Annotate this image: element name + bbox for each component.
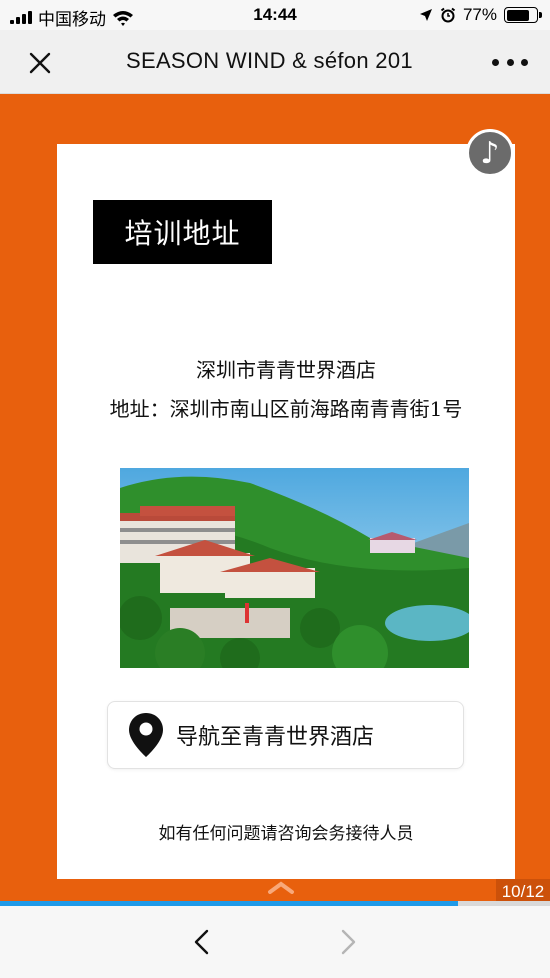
contact-note: 如有任何问题请咨询会务接待人员	[158, 824, 414, 844]
swipe-up-icon	[268, 881, 294, 894]
page-title: SEASON WIND & séfon 201	[126, 48, 413, 73]
close-icon[interactable]	[24, 47, 56, 79]
hotel-photo-image	[120, 468, 469, 668]
status-bar: 中国移动 14:44 77%	[0, 0, 550, 30]
hotel-name: 深圳市青青世界酒店	[196, 358, 376, 382]
status-right: 77%	[419, 5, 542, 25]
battery-percent: 77%	[462, 5, 497, 24]
back-chevron-icon[interactable]	[186, 926, 218, 958]
more-dots-icon[interactable]	[492, 50, 528, 74]
nav-bar: SEASON WIND & séfon 201	[0, 30, 550, 94]
section-title: 培训地址	[93, 200, 272, 264]
hotel-address: 地址：深圳市南山区前海路南青青街1号	[109, 397, 463, 421]
bottom-toolbar	[0, 906, 550, 978]
navigate-button-label: 导航至青青世界酒店	[176, 725, 375, 750]
forward-chevron-icon[interactable]	[332, 926, 364, 958]
battery-icon	[504, 7, 542, 23]
hotel-photo	[120, 468, 469, 668]
alarm-icon	[440, 7, 456, 23]
battery-fill	[506, 9, 529, 21]
music-note-icon[interactable]: ♪	[466, 129, 514, 177]
content-card: 培训地址 深圳市青青世界酒店 地址：深圳市南山区前海路南青青街1号 导航至青青世…	[57, 144, 515, 879]
location-pin-icon	[129, 713, 163, 757]
navigate-button[interactable]: 导航至青青世界酒店	[107, 701, 464, 769]
location-arrow-icon	[419, 9, 432, 21]
